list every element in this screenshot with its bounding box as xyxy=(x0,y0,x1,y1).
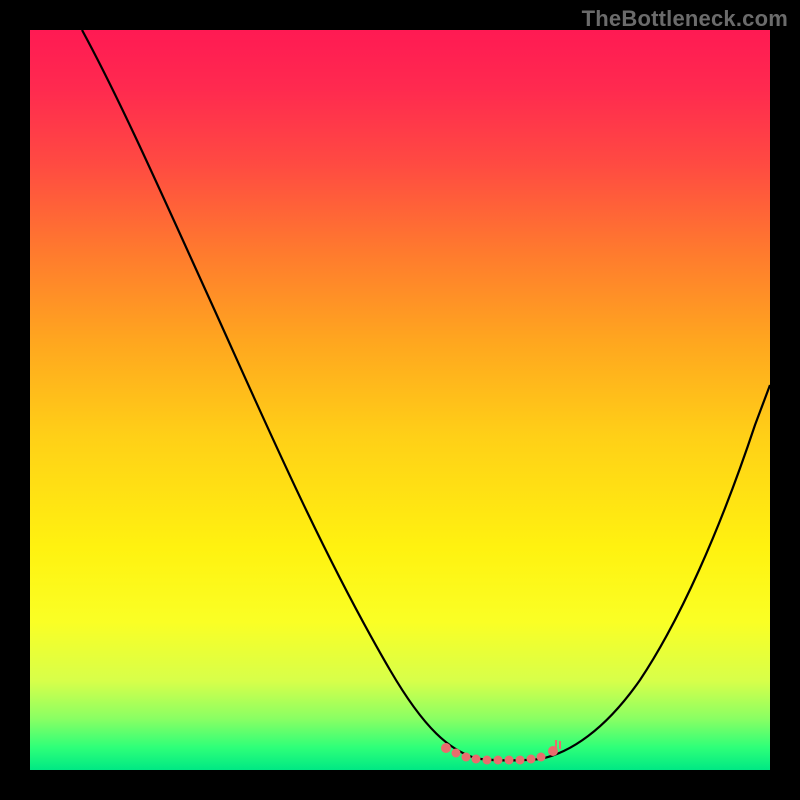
bottleneck-curve xyxy=(30,30,770,770)
plot-area xyxy=(30,30,770,770)
curve-bottom xyxy=(475,758,540,760)
watermark-text: TheBottleneck.com xyxy=(582,6,788,32)
curve-right-branch xyxy=(540,385,770,759)
curve-left-branch xyxy=(82,30,475,758)
chart-frame: TheBottleneck.com xyxy=(0,0,800,800)
